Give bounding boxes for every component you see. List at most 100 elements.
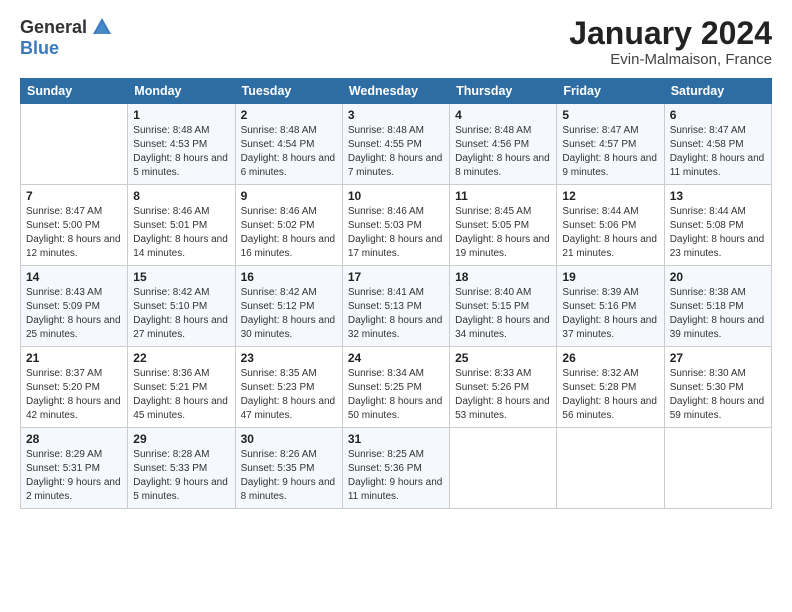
day-number: 23 xyxy=(241,351,337,365)
col-thursday: Thursday xyxy=(450,79,557,104)
cell-details: Sunrise: 8:33 AM Sunset: 5:26 PM Dayligh… xyxy=(455,367,551,423)
calendar-cell: 17Sunrise: 8:41 AM Sunset: 5:13 PM Dayli… xyxy=(342,266,449,347)
logo: General Blue xyxy=(20,16,113,59)
col-tuesday: Tuesday xyxy=(235,79,342,104)
day-number: 6 xyxy=(670,108,766,122)
calendar-week-2: 14 Sunrise: 8:43 AM Sunset: 5:09 PM Dayli… xyxy=(21,266,772,347)
calendar-cell: 19 Sunrise: 8:39 AM Sunset: 5:16 PM Dayli… xyxy=(557,266,664,347)
page: General Blue January 2024 Evin-Malmaison… xyxy=(0,0,792,612)
col-monday: Monday xyxy=(128,79,235,104)
day-number: 9 xyxy=(241,189,337,203)
calendar-cell xyxy=(450,428,557,509)
col-friday: Friday xyxy=(557,79,664,104)
day-number: 24 xyxy=(348,351,444,365)
day-number: 8 xyxy=(133,189,229,203)
cell-details: Sunrise: 8:39 AM Sunset: 5:16 PM Dayligh… xyxy=(562,286,658,342)
day-number: 25 xyxy=(455,351,551,365)
cell-details: Sunrise: 8:43 AM Sunset: 5:09 PM Dayligh… xyxy=(26,286,122,342)
day-number: 30 xyxy=(241,432,337,446)
calendar-cell xyxy=(21,104,128,185)
cell-details: Sunrise: 8:37 AM Sunset: 5:20 PM Dayligh… xyxy=(26,367,122,423)
calendar-cell: 11 Sunrise: 8:45 AM Sunset: 5:05 PM Dayli… xyxy=(450,185,557,266)
cell-details: Sunrise: 8:29 AM Sunset: 5:31 PM Dayligh… xyxy=(26,448,122,504)
cell-details: Sunrise: 8:40 AM Sunset: 5:15 PM Dayligh… xyxy=(455,286,551,342)
cell-details: Sunrise: 8:46 AM Sunset: 5:03 PM Dayligh… xyxy=(348,205,444,261)
calendar-cell: 23 Sunrise: 8:35 AM Sunset: 5:23 PM Dayli… xyxy=(235,347,342,428)
calendar-title: January 2024 xyxy=(569,16,772,51)
day-number: 13 xyxy=(670,189,766,203)
col-sunday: Sunday xyxy=(21,79,128,104)
cell-details: Sunrise: 8:46 AM Sunset: 5:01 PM Dayligh… xyxy=(133,205,229,261)
logo-blue-text: Blue xyxy=(20,38,59,58)
col-saturday: Saturday xyxy=(664,79,771,104)
cell-details: Sunrise: 8:47 AM Sunset: 5:00 PM Dayligh… xyxy=(26,205,122,261)
cell-details: Sunrise: 8:48 AM Sunset: 4:56 PM Dayligh… xyxy=(455,124,551,180)
day-number: 10 xyxy=(348,189,444,203)
calendar-cell: 26 Sunrise: 8:32 AM Sunset: 5:28 PM Dayli… xyxy=(557,347,664,428)
day-number: 31 xyxy=(348,432,444,446)
calendar-cell: 4 Sunrise: 8:48 AM Sunset: 4:56 PM Daylig… xyxy=(450,104,557,185)
calendar-cell: 22 Sunrise: 8:36 AM Sunset: 5:21 PM Dayli… xyxy=(128,347,235,428)
day-number: 22 xyxy=(133,351,229,365)
cell-details: Sunrise: 8:28 AM Sunset: 5:33 PM Dayligh… xyxy=(133,448,229,504)
col-wednesday: Wednesday xyxy=(342,79,449,104)
day-number: 4 xyxy=(455,108,551,122)
day-number: 11 xyxy=(455,189,551,203)
calendar-subtitle: Evin-Malmaison, France xyxy=(569,51,772,68)
day-number: 5 xyxy=(562,108,658,122)
header: General Blue January 2024 Evin-Malmaison… xyxy=(20,16,772,68)
calendar-cell: 12Sunrise: 8:44 AM Sunset: 5:06 PM Dayli… xyxy=(557,185,664,266)
cell-details: Sunrise: 8:34 AM Sunset: 5:25 PM Dayligh… xyxy=(348,367,444,423)
calendar-cell: 16Sunrise: 8:42 AM Sunset: 5:12 PM Dayli… xyxy=(235,266,342,347)
day-number: 14 xyxy=(26,270,122,284)
cell-details: Sunrise: 8:32 AM Sunset: 5:28 PM Dayligh… xyxy=(562,367,658,423)
logo-general-text: General xyxy=(20,17,87,38)
cell-details: Sunrise: 8:42 AM Sunset: 5:10 PM Dayligh… xyxy=(133,286,229,342)
calendar-cell: 7 Sunrise: 8:47 AM Sunset: 5:00 PM Daylig… xyxy=(21,185,128,266)
cell-details: Sunrise: 8:44 AM Sunset: 5:08 PM Dayligh… xyxy=(670,205,766,261)
calendar-cell: 25 Sunrise: 8:33 AM Sunset: 5:26 PM Dayli… xyxy=(450,347,557,428)
cell-details: Sunrise: 8:26 AM Sunset: 5:35 PM Dayligh… xyxy=(241,448,337,504)
cell-details: Sunrise: 8:45 AM Sunset: 5:05 PM Dayligh… xyxy=(455,205,551,261)
calendar-cell: 21 Sunrise: 8:37 AM Sunset: 5:20 PM Dayli… xyxy=(21,347,128,428)
cell-details: Sunrise: 8:25 AM Sunset: 5:36 PM Dayligh… xyxy=(348,448,444,504)
calendar-cell: 13 Sunrise: 8:44 AM Sunset: 5:08 PM Dayli… xyxy=(664,185,771,266)
calendar-cell: 27 Sunrise: 8:30 AM Sunset: 5:30 PM Dayli… xyxy=(664,347,771,428)
calendar-cell: 10 Sunrise: 8:46 AM Sunset: 5:03 PM Dayli… xyxy=(342,185,449,266)
header-row: Sunday Monday Tuesday Wednesday Thursday… xyxy=(21,79,772,104)
cell-details: Sunrise: 8:35 AM Sunset: 5:23 PM Dayligh… xyxy=(241,367,337,423)
day-number: 19 xyxy=(562,270,658,284)
calendar-cell: 20Sunrise: 8:38 AM Sunset: 5:18 PM Dayli… xyxy=(664,266,771,347)
day-number: 17 xyxy=(348,270,444,284)
calendar-cell: 1 Sunrise: 8:48 AM Sunset: 4:53 PM Daylig… xyxy=(128,104,235,185)
calendar-cell: 31 Sunrise: 8:25 AM Sunset: 5:36 PM Dayli… xyxy=(342,428,449,509)
cell-details: Sunrise: 8:48 AM Sunset: 4:55 PM Dayligh… xyxy=(348,124,444,180)
day-number: 21 xyxy=(26,351,122,365)
day-number: 27 xyxy=(670,351,766,365)
calendar-week-3: 21 Sunrise: 8:37 AM Sunset: 5:20 PM Dayli… xyxy=(21,347,772,428)
calendar-cell: 6Sunrise: 8:47 AM Sunset: 4:58 PM Daylig… xyxy=(664,104,771,185)
cell-details: Sunrise: 8:30 AM Sunset: 5:30 PM Dayligh… xyxy=(670,367,766,423)
calendar-cell: 30 Sunrise: 8:26 AM Sunset: 5:35 PM Dayli… xyxy=(235,428,342,509)
cell-details: Sunrise: 8:46 AM Sunset: 5:02 PM Dayligh… xyxy=(241,205,337,261)
calendar-cell: 29 Sunrise: 8:28 AM Sunset: 5:33 PM Dayli… xyxy=(128,428,235,509)
day-number: 29 xyxy=(133,432,229,446)
day-number: 18 xyxy=(455,270,551,284)
calendar-table: Sunday Monday Tuesday Wednesday Thursday… xyxy=(20,78,772,509)
cell-details: Sunrise: 8:44 AM Sunset: 5:06 PM Dayligh… xyxy=(562,205,658,261)
calendar-cell: 15 Sunrise: 8:42 AM Sunset: 5:10 PM Dayli… xyxy=(128,266,235,347)
calendar-cell: 3Sunrise: 8:48 AM Sunset: 4:55 PM Daylig… xyxy=(342,104,449,185)
cell-details: Sunrise: 8:36 AM Sunset: 5:21 PM Dayligh… xyxy=(133,367,229,423)
cell-details: Sunrise: 8:48 AM Sunset: 4:54 PM Dayligh… xyxy=(241,124,337,180)
calendar-cell: 8 Sunrise: 8:46 AM Sunset: 5:01 PM Daylig… xyxy=(128,185,235,266)
day-number: 1 xyxy=(133,108,229,122)
day-number: 15 xyxy=(133,270,229,284)
day-number: 28 xyxy=(26,432,122,446)
day-number: 7 xyxy=(26,189,122,203)
calendar-cell: 28 Sunrise: 8:29 AM Sunset: 5:31 PM Dayli… xyxy=(21,428,128,509)
calendar-cell: 5Sunrise: 8:47 AM Sunset: 4:57 PM Daylig… xyxy=(557,104,664,185)
calendar-week-4: 28 Sunrise: 8:29 AM Sunset: 5:31 PM Dayli… xyxy=(21,428,772,509)
day-number: 26 xyxy=(562,351,658,365)
cell-details: Sunrise: 8:48 AM Sunset: 4:53 PM Dayligh… xyxy=(133,124,229,180)
calendar-cell: 18 Sunrise: 8:40 AM Sunset: 5:15 PM Dayli… xyxy=(450,266,557,347)
